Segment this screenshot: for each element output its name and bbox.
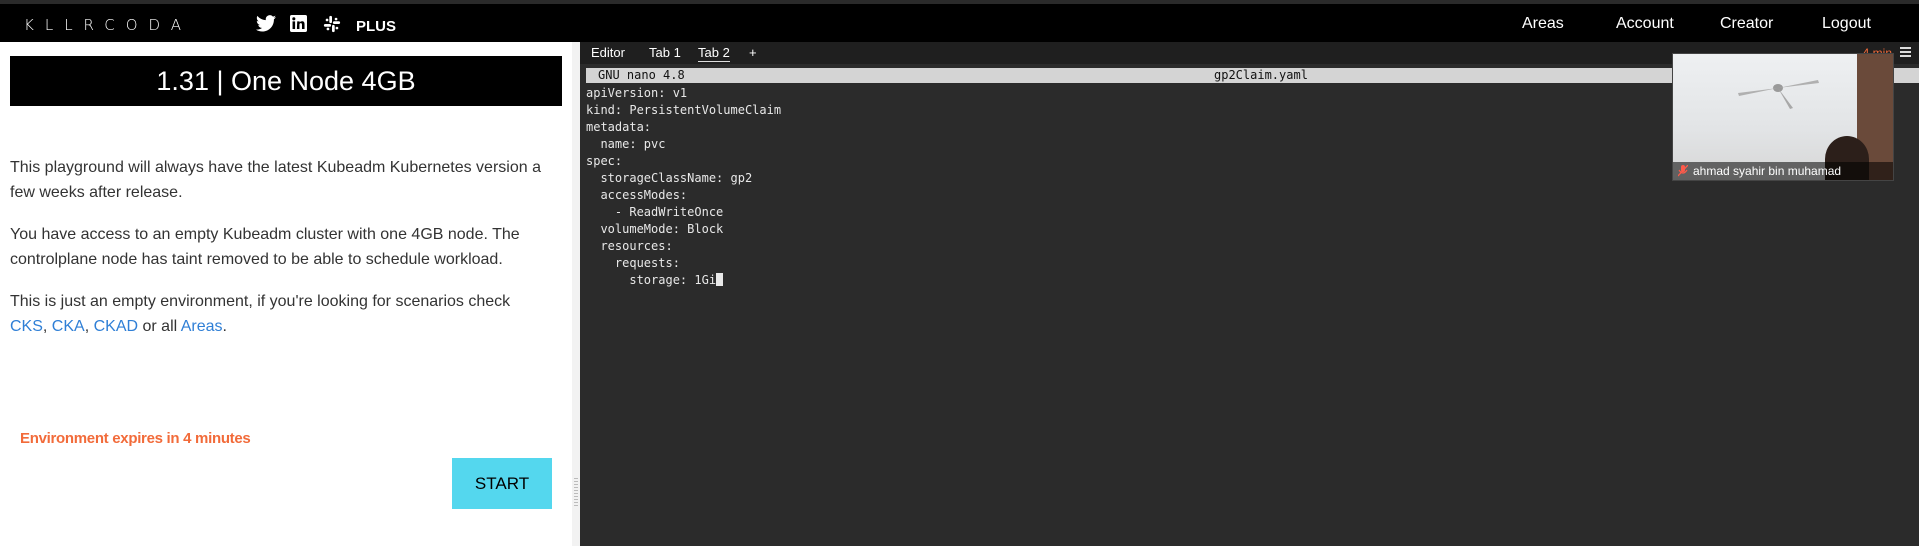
period: . <box>222 318 227 335</box>
twitter-icon[interactable] <box>256 15 276 32</box>
nano-filename: gp2Claim.yaml <box>1214 68 1308 82</box>
participant-name: ahmad syahir bin muhamad <box>1673 162 1893 180</box>
description-paragraph-3: This is just an empty environment, if yo… <box>10 289 570 339</box>
tab-2[interactable]: Tab 2 <box>698 45 730 62</box>
code-line: requests: <box>586 256 680 270</box>
nav-creator[interactable]: Creator <box>1720 15 1773 33</box>
editor-content[interactable]: apiVersion: v1 kind: PersistentVolumeCla… <box>586 85 781 289</box>
splitter-grip-icon[interactable] <box>574 478 578 508</box>
nav-logout[interactable]: Logout <box>1822 15 1871 33</box>
panel-splitter[interactable] <box>572 42 580 546</box>
code-line-last: storage: 1Gi <box>586 272 781 289</box>
link-areas[interactable]: Areas <box>181 318 223 335</box>
code-line: kind: PersistentVolumeClaim <box>586 103 782 117</box>
video-call-overlay[interactable]: ahmad syahir bin muhamad <box>1672 53 1894 181</box>
linkedin-icon[interactable] <box>290 15 307 32</box>
start-button[interactable]: START <box>452 458 552 509</box>
tab-editor[interactable]: Editor <box>591 45 625 60</box>
add-tab-button[interactable]: + <box>749 45 757 60</box>
code-line-text: storage: 1Gi <box>586 273 717 287</box>
code-line: storageClassName: gp2 <box>586 171 753 185</box>
nav-areas[interactable]: Areas <box>1522 15 1564 33</box>
nav-account[interactable]: Account <box>1616 15 1674 33</box>
code-line: metadata: <box>586 120 652 134</box>
ceiling-fan-icon <box>1738 80 1819 109</box>
code-line: spec: <box>586 154 623 168</box>
paragraph-3-text: This is just an empty environment, if yo… <box>10 293 511 310</box>
code-line: volumeMode: Block <box>586 222 724 236</box>
link-cka[interactable]: CKA <box>52 318 85 335</box>
nano-version: GNU nano 4.8 <box>598 68 685 82</box>
description-paragraph-2: You have access to an empty Kubeadm clus… <box>10 226 520 268</box>
separator: or all <box>138 318 181 335</box>
link-ckad[interactable]: CKAD <box>94 318 138 335</box>
code-line: name: pvc <box>586 137 666 151</box>
code-line: - ReadWriteOnce <box>586 205 724 219</box>
mic-muted-icon[interactable] <box>1678 165 1688 177</box>
expiry-notice: Environment expires in 4 minutes <box>20 430 251 447</box>
code-line: accessModes: <box>586 188 688 202</box>
tab-1[interactable]: Tab 1 <box>649 45 681 60</box>
text-cursor <box>716 273 724 286</box>
scenario-title: 1.31 | One Node 4GB <box>10 56 562 106</box>
slack-icon[interactable] <box>323 15 341 33</box>
scenario-panel: 1.31 | One Node 4GB This playground will… <box>0 42 572 546</box>
top-bar: KLLRCODA PLUS Areas Account Creator Logo… <box>0 0 1919 42</box>
link-cks[interactable]: CKS <box>10 318 43 335</box>
separator: , <box>84 318 94 335</box>
plus-link[interactable]: PLUS <box>356 18 396 35</box>
description-paragraph-1: This playground will always have the lat… <box>10 159 541 201</box>
hamburger-menu-icon[interactable] <box>1900 47 1911 57</box>
logo[interactable]: KLLRCODA <box>24 16 192 34</box>
code-line: resources: <box>586 239 673 253</box>
separator: , <box>42 318 52 335</box>
code-line: apiVersion: v1 <box>586 86 688 100</box>
